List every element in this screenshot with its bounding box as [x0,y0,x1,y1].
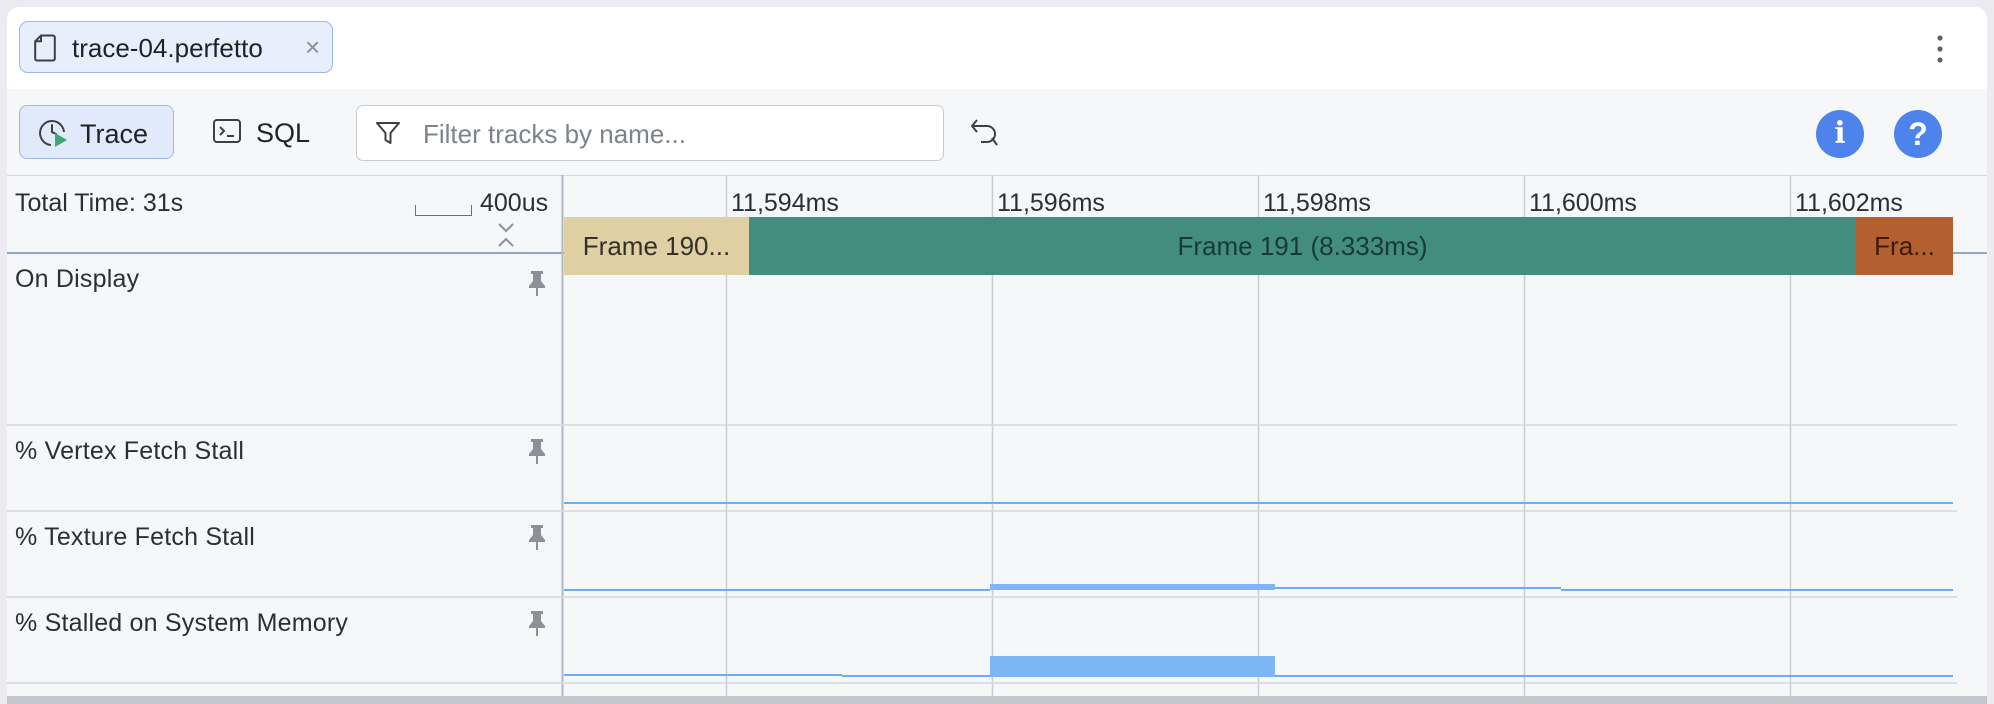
timeline-panel: Total Time: 31s 400us 11,594ms 11,596ms … [7,175,1987,704]
info-icon: i [1834,116,1846,151]
tab-trace-file[interactable]: trace-04.perfetto × [19,21,333,73]
horizontal-scrollbar[interactable] [7,696,1987,704]
track-name-texture-fetch-stall: % Texture Fetch Stall [15,523,255,551]
filter-icon [376,122,400,144]
total-time: Total Time: 31s [15,189,184,217]
trace-button-label: Trace [80,119,149,149]
counter-texture-fetch [564,584,1953,591]
slice-frame-next[interactable]: Fra... [1856,217,1953,275]
slice-frame-191[interactable]: Frame 191 (8.333ms) [749,217,1856,275]
tick-label: 11,600ms [1529,189,1637,217]
info-button[interactable]: i [1816,110,1864,158]
trace-timer-icon [39,120,67,147]
sql-button-label: SQL [256,118,311,148]
perfetto-window: trace-04.perfetto × Trace SQL Filter tra… [7,7,1987,704]
scale-bar [415,205,472,216]
counter-system-memory [564,656,1953,677]
filter-box[interactable] [356,105,944,161]
close-icon[interactable]: × [305,34,320,60]
slice-label: Frame 190... [582,231,731,261]
sql-button[interactable]: SQL [203,105,313,159]
track-name-vertex-fetch-stall: % Vertex Fetch Stall [15,437,245,465]
scale-label: 400us [480,189,549,217]
slice-frame-190[interactable]: Frame 190... [564,217,749,275]
trace-button[interactable]: Trace [19,105,174,159]
toolbar: Trace SQL i ? [7,89,1987,176]
kebab-menu-icon[interactable] [1935,33,1945,67]
track-name-stalled-system-memory: % Stalled on System Memory [15,609,349,637]
tick-label: 11,594ms [731,189,839,217]
collapse-icon[interactable] [497,222,515,248]
slice-label: Fra... [1874,231,1935,261]
file-icon [34,34,56,62]
pin-icon[interactable] [527,609,547,637]
track-name-on-display: On Display [15,265,140,293]
help-button[interactable]: ? [1894,110,1942,158]
tick-label: 11,598ms [1263,189,1371,217]
tab-bar: trace-04.perfetto × [7,7,1987,90]
pin-icon[interactable] [527,523,547,551]
tick-label: 11,602ms [1795,189,1903,217]
tick-label: 11,596ms [997,189,1105,217]
pin-icon[interactable] [527,437,547,465]
help-icon: ? [1908,116,1928,152]
slice-label: Frame 191 (8.333ms) [1177,231,1428,261]
undo-icon[interactable] [969,116,1001,148]
pin-icon[interactable] [527,269,547,297]
terminal-icon [213,119,241,143]
tab-file-name: trace-04.perfetto [72,33,263,63]
filter-tracks-input[interactable] [421,116,925,152]
